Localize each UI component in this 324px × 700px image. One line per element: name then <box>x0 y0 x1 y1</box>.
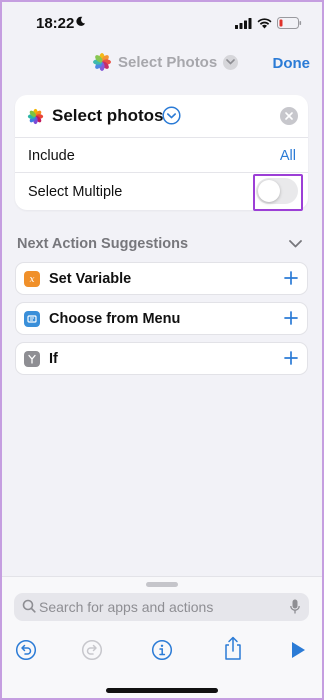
undo-icon[interactable] <box>15 639 37 661</box>
svg-text:x: x <box>29 275 34 284</box>
status-time: 18:22 <box>36 15 75 32</box>
done-button[interactable]: Done <box>273 55 311 72</box>
action-search-sheet <box>0 576 324 700</box>
divider <box>15 172 308 173</box>
add-icon[interactable] <box>283 350 299 366</box>
share-icon[interactable] <box>223 636 243 661</box>
photos-app-icon <box>93 53 111 71</box>
nav-bar: Select Photos Done <box>0 44 324 82</box>
redo-icon[interactable] <box>81 639 103 661</box>
action-header: Select photos <box>15 95 308 137</box>
microphone-icon[interactable] <box>290 599 300 615</box>
suggestion-choose-from-menu[interactable]: Choose from Menu <box>15 302 308 335</box>
menu-icon <box>24 311 40 327</box>
select-multiple-label: Select Multiple <box>28 184 123 200</box>
suggestion-label: Choose from Menu <box>49 311 181 327</box>
cellular-signal-icon <box>235 17 252 29</box>
play-icon[interactable] <box>290 641 306 659</box>
suggestion-if[interactable]: If <box>15 342 308 375</box>
info-icon[interactable] <box>151 639 173 661</box>
chevron-down-icon <box>223 54 239 70</box>
nav-title: Select Photos <box>118 53 218 71</box>
variable-icon: x <box>24 271 40 287</box>
moon-icon <box>76 16 86 26</box>
branch-icon <box>24 351 40 367</box>
search-input[interactable] <box>39 593 279 621</box>
status-bar: 18:22 <box>0 0 324 40</box>
shortcut-title-menu[interactable]: Select Photos <box>92 52 239 72</box>
chevron-down-circle-icon[interactable] <box>162 106 181 125</box>
wifi-icon <box>257 17 272 28</box>
search-bar[interactable] <box>14 593 309 621</box>
action-title: Select photos <box>52 106 164 125</box>
chevron-down-icon[interactable] <box>289 240 302 248</box>
suggestion-set-variable[interactable]: x Set Variable <box>15 262 308 295</box>
add-icon[interactable] <box>283 270 299 286</box>
select-multiple-toggle[interactable] <box>256 178 298 204</box>
suggestion-label: Set Variable <box>49 271 132 287</box>
close-icon <box>285 112 293 120</box>
add-icon[interactable] <box>283 310 299 326</box>
remove-action-button[interactable] <box>280 107 298 125</box>
editor-toolbar <box>0 636 324 669</box>
photos-app-icon <box>27 108 44 125</box>
sheet-grabber[interactable] <box>146 582 178 587</box>
suggestions-header: Next Action Suggestions <box>17 236 189 252</box>
home-indicator <box>106 688 218 693</box>
include-label: Include <box>28 148 75 164</box>
battery-icon <box>277 17 302 29</box>
toggle-knob <box>258 180 280 202</box>
search-icon <box>22 599 36 613</box>
include-value-button[interactable]: All <box>280 148 296 164</box>
suggestion-label: If <box>49 351 58 367</box>
divider <box>15 137 308 138</box>
